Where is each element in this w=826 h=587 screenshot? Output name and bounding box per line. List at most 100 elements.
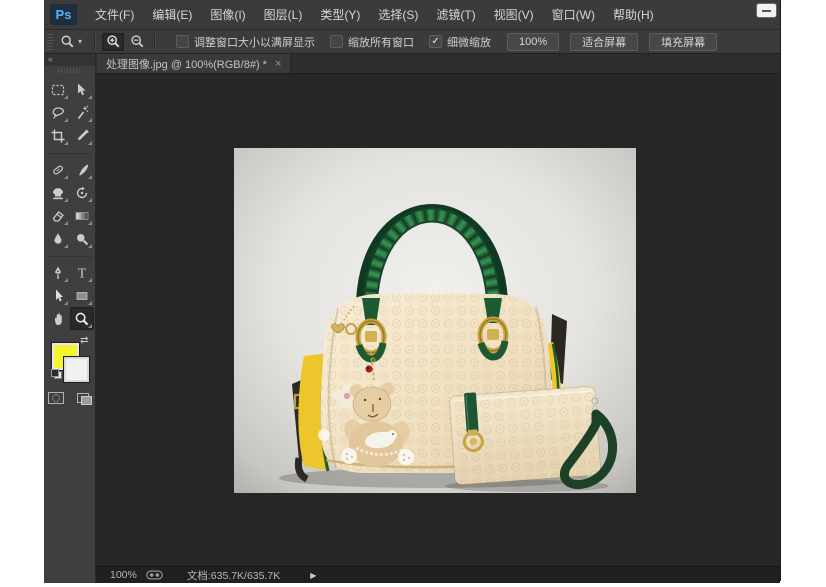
tool-rectangle-shape[interactable]: [70, 284, 94, 307]
document-tab[interactable]: 处理图像.jpg @ 100%(RGB/8#) * ×: [97, 54, 291, 73]
menu-image[interactable]: 图像(I): [201, 0, 254, 29]
tools-panel: « T: [44, 54, 96, 583]
panel-mode-buttons: [44, 391, 95, 405]
magic-wand-icon: [74, 105, 90, 121]
minimize-button[interactable]: [757, 4, 776, 17]
tool-type[interactable]: T: [70, 261, 94, 284]
menu-help[interactable]: 帮助(H): [604, 0, 663, 29]
tool-magic-wand[interactable]: [70, 101, 94, 124]
tab-bar: 处理图像.jpg @ 100%(RGB/8#) * ×: [96, 54, 780, 74]
rectangular-marquee-icon: [50, 82, 66, 98]
screen-mode-icon: [77, 393, 89, 403]
quick-mask-button[interactable]: [47, 391, 65, 405]
tool-clone-stamp[interactable]: [46, 181, 70, 204]
zoom-in-button[interactable]: [102, 33, 124, 51]
tool-eraser[interactable]: [46, 204, 70, 227]
menu-edit[interactable]: 编辑(E): [143, 0, 201, 29]
tool-zoom[interactable]: [70, 307, 94, 330]
menu-file[interactable]: 文件(F): [86, 0, 143, 29]
screen-mode-button[interactable]: [74, 391, 92, 405]
zoom-tool-icon: [60, 34, 75, 49]
color-swatches: ⇄: [50, 338, 90, 382]
tool-hand[interactable]: [46, 307, 70, 330]
tool-brush[interactable]: [70, 158, 94, 181]
svg-text:T: T: [77, 265, 86, 280]
tool-options-bar: ▾ 调整窗口大小以满屏显示 缩放所有窗口 ✓ 细微缩放 100% 适合屏幕 填充…: [44, 30, 780, 54]
pen-icon: [50, 265, 66, 281]
checkbox-box[interactable]: ✓: [429, 35, 442, 48]
document-area: 处理图像.jpg @ 100%(RGB/8#) * ×: [96, 54, 780, 583]
type-icon: T: [74, 265, 90, 281]
rectangle-shape-icon: [74, 288, 90, 304]
fit-screen-button[interactable]: 适合屏幕: [570, 33, 638, 51]
menu-select[interactable]: 选择(S): [369, 0, 427, 29]
chevron-down-icon: ▾: [78, 37, 82, 46]
checkbox-box[interactable]: [176, 35, 189, 48]
status-zoom-level[interactable]: 100%: [110, 569, 137, 581]
clone-stamp-icon: [50, 185, 66, 201]
menu-layer[interactable]: 图层(L): [255, 0, 312, 29]
menu-type[interactable]: 类型(Y): [311, 0, 369, 29]
tool-rectangular-marquee[interactable]: [46, 78, 70, 101]
menu-view[interactable]: 视图(V): [485, 0, 543, 29]
status-bar: 100% 文档:635.7K/635.7K ▶: [96, 566, 780, 583]
divider: [48, 250, 92, 257]
tool-eyedropper[interactable]: [70, 124, 94, 147]
tool-path-selection[interactable]: [46, 284, 70, 307]
tool-lasso[interactable]: [46, 101, 70, 124]
separator: [154, 33, 156, 50]
background-color-swatch[interactable]: [64, 357, 89, 382]
tool-dodge[interactable]: [70, 227, 94, 250]
fill-screen-button[interactable]: 填充屏幕: [649, 33, 717, 51]
menu-bar: Ps 文件(F) 编辑(E) 图像(I) 图层(L) 类型(Y) 选择(S) 滤…: [44, 0, 780, 30]
wristlet-clutch: [449, 384, 613, 485]
photoshop-logo: Ps: [50, 4, 77, 25]
brush-icon: [74, 162, 90, 178]
minimize-icon: [762, 10, 771, 12]
path-selection-icon: [50, 288, 66, 304]
document-image: [234, 148, 636, 493]
actual-pixels-button[interactable]: 100%: [507, 33, 559, 51]
checkbox-scrubby-zoom[interactable]: ✓ 细微缩放: [429, 34, 491, 50]
checkbox-zoom-all-windows[interactable]: 缩放所有窗口: [330, 34, 414, 50]
checkbox-label: 细微缩放: [447, 34, 491, 50]
tool-grid: T: [44, 78, 95, 330]
tool-move[interactable]: [70, 78, 94, 101]
document-tab-title: 处理图像.jpg @ 100%(RGB/8#) *: [106, 56, 267, 72]
tool-gradient[interactable]: [70, 204, 94, 227]
history-brush-icon: [74, 185, 90, 201]
panel-drag-handle[interactable]: [44, 66, 95, 75]
menu-filter[interactable]: 滤镜(T): [427, 0, 484, 29]
zoom-in-icon: [106, 34, 121, 49]
zoom-out-button[interactable]: [126, 33, 148, 51]
divider: [48, 147, 92, 154]
tool-pen[interactable]: [46, 261, 70, 284]
zoom-icon: [74, 311, 90, 327]
status-document-info[interactable]: 文档:635.7K/635.7K: [187, 568, 280, 583]
zoom-out-icon: [130, 34, 145, 49]
checkbox-label: 调整窗口大小以满屏显示: [194, 34, 315, 50]
status-expand-icon[interactable]: ▶: [310, 571, 316, 580]
tool-crop[interactable]: [46, 124, 70, 147]
hand-icon: [50, 311, 66, 327]
separator: [94, 33, 96, 50]
swap-colors-icon[interactable]: ⇄: [80, 335, 88, 346]
tool-blur[interactable]: [46, 227, 70, 250]
current-tool-preview[interactable]: ▾: [53, 34, 89, 49]
default-colors-icon[interactable]: [51, 369, 62, 379]
eyedropper-icon: [74, 128, 90, 144]
panel-collapse-control[interactable]: «: [44, 54, 95, 66]
photoshop-window: Ps 文件(F) 编辑(E) 图像(I) 图层(L) 类型(Y) 选择(S) 滤…: [44, 0, 781, 581]
checkbox-resize-window-to-fit[interactable]: 调整窗口大小以满屏显示: [176, 34, 315, 50]
eraser-icon: [50, 208, 66, 224]
page: { "app": { "logo": "Ps" }, "menu_bar": {…: [0, 0, 826, 587]
crop-icon: [50, 128, 66, 144]
quick-mask-icon: [48, 392, 64, 404]
close-icon[interactable]: ×: [275, 58, 281, 70]
canvas[interactable]: [96, 74, 780, 566]
blur-drop-icon: [50, 231, 66, 247]
menu-window[interactable]: 窗口(W): [543, 0, 604, 29]
tool-history-brush[interactable]: [70, 181, 94, 204]
tool-spot-healing-brush[interactable]: [46, 158, 70, 181]
checkbox-box[interactable]: [330, 35, 343, 48]
